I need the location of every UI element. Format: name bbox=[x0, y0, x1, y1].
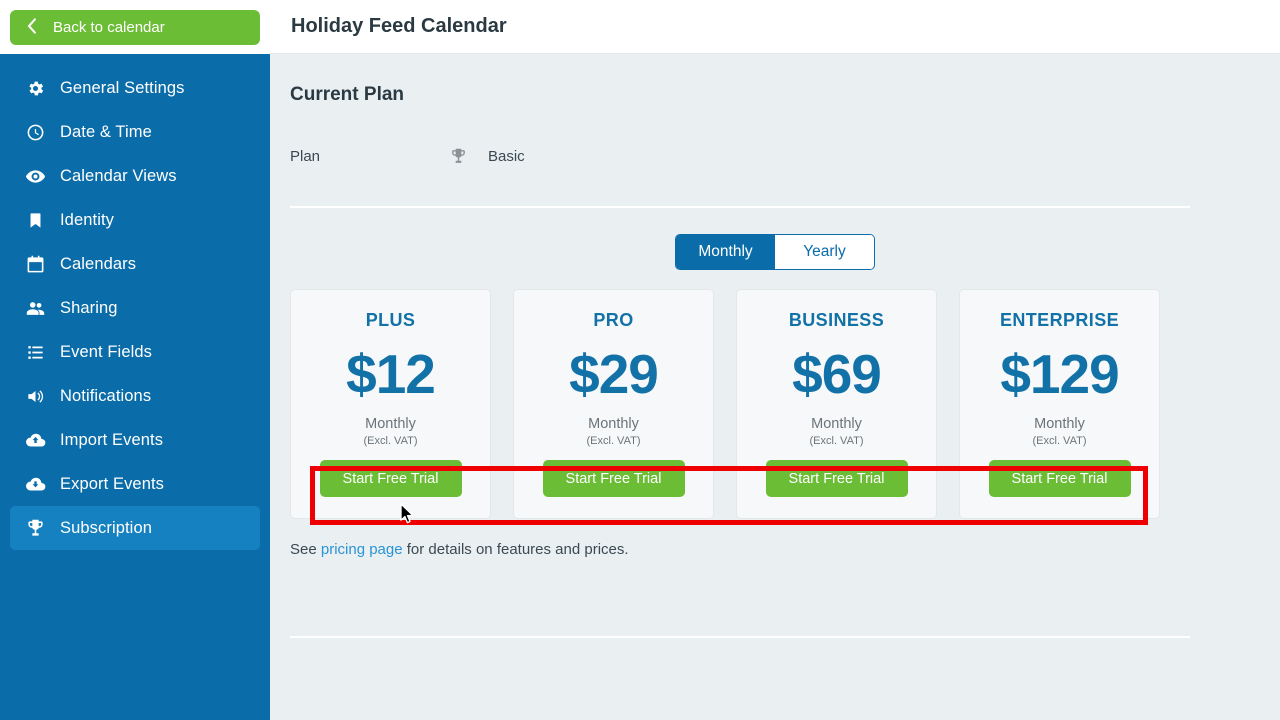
sidebar-item-label: Calendars bbox=[60, 254, 137, 273]
plan-price: $69 bbox=[792, 343, 882, 405]
sidebar-item-sharing[interactable]: Sharing bbox=[10, 286, 260, 330]
sidebar-item-label: Export Events bbox=[60, 474, 165, 493]
plan-price: $12 bbox=[346, 343, 436, 405]
sidebar: Back to calendar General Settings Date &… bbox=[0, 0, 270, 720]
sidebar-item-identity[interactable]: Identity bbox=[10, 198, 260, 242]
footnote-prefix: See bbox=[290, 541, 321, 558]
current-plan-row: Plan Basic bbox=[290, 144, 1260, 168]
plan-name: PLUS bbox=[365, 310, 416, 330]
sidebar-item-label: Notifications bbox=[60, 386, 152, 405]
main-panel: Holiday Feed Calendar Current Plan Plan … bbox=[270, 0, 1280, 720]
start-free-trial-button[interactable]: Start Free Trial bbox=[542, 460, 685, 497]
sidebar-item-label: Import Events bbox=[60, 430, 164, 449]
sidebar-item-import-events[interactable]: Import Events bbox=[10, 418, 260, 462]
sidebar-item-label: Identity bbox=[60, 210, 114, 229]
bookmark-icon bbox=[18, 211, 52, 230]
sidebar-item-notifications[interactable]: Notifications bbox=[10, 374, 260, 418]
billing-toggle[interactable]: Monthly Yearly bbox=[675, 234, 875, 270]
sidebar-item-label: Sharing bbox=[60, 298, 118, 317]
chevron-left-icon bbox=[18, 18, 46, 37]
pricing-card-pro: PRO $29 Monthly (Excl. VAT) Start Free T… bbox=[513, 289, 714, 519]
plan-vat-note: (Excl. VAT) bbox=[586, 435, 641, 447]
plan-name: BUSINESS bbox=[788, 310, 885, 330]
back-to-calendar-button[interactable]: Back to calendar bbox=[10, 10, 260, 45]
start-free-trial-button[interactable]: Start Free Trial bbox=[765, 460, 908, 497]
plan-period: Monthly bbox=[588, 416, 639, 432]
sidebar-item-general-settings[interactable]: General Settings bbox=[10, 66, 260, 110]
plan-vat-note: (Excl. VAT) bbox=[363, 435, 418, 447]
plan-name: ENTERPRISE bbox=[999, 310, 1120, 330]
divider-bottom bbox=[290, 636, 1190, 638]
gear-icon bbox=[18, 79, 52, 98]
speaker-icon bbox=[18, 387, 52, 406]
cloud-upload-icon bbox=[18, 432, 52, 449]
eye-icon bbox=[18, 166, 52, 187]
plan-period: Monthly bbox=[1034, 416, 1085, 432]
pricing-footnote: See pricing page for details on features… bbox=[290, 541, 1260, 558]
sidebar-item-export-events[interactable]: Export Events bbox=[10, 462, 260, 506]
content-area: Current Plan Plan Basic Monthly Yearly P… bbox=[270, 54, 1280, 720]
sidebar-item-calendar-views[interactable]: Calendar Views bbox=[10, 154, 260, 198]
footnote-suffix: for details on features and prices. bbox=[402, 541, 629, 558]
users-icon bbox=[18, 299, 52, 318]
sidebar-item-label: Date & Time bbox=[60, 122, 152, 141]
trophy-icon bbox=[450, 148, 474, 165]
pricing-cards: PLUS $12 Monthly (Excl. VAT) Start Free … bbox=[290, 289, 1260, 519]
pricing-card-enterprise: ENTERPRISE $129 Monthly (Excl. VAT) Star… bbox=[959, 289, 1160, 519]
plan-period: Monthly bbox=[811, 416, 862, 432]
trophy-icon bbox=[18, 519, 52, 538]
sidebar-item-subscription[interactable]: Subscription bbox=[10, 506, 260, 550]
back-bar: Back to calendar bbox=[0, 0, 270, 54]
plan-name: PRO bbox=[593, 310, 634, 330]
plan-label: Plan bbox=[290, 147, 321, 165]
billing-toggle-wrap: Monthly Yearly bbox=[290, 234, 1260, 270]
topbar: Holiday Feed Calendar bbox=[270, 0, 1280, 54]
plan-vat-note: (Excl. VAT) bbox=[809, 435, 864, 447]
sidebar-item-label: Subscription bbox=[60, 518, 152, 537]
sidebar-item-label: Calendar Views bbox=[60, 166, 177, 185]
sidebar-item-event-fields[interactable]: Event Fields bbox=[10, 330, 260, 374]
sidebar-item-date-time[interactable]: Date & Time bbox=[10, 110, 260, 154]
app-root: Back to calendar General Settings Date &… bbox=[0, 0, 1280, 720]
plan-price: $129 bbox=[1000, 343, 1119, 405]
clock-icon bbox=[18, 123, 52, 142]
sidebar-item-label: Event Fields bbox=[60, 342, 152, 361]
sidebar-item-calendars[interactable]: Calendars bbox=[10, 242, 260, 286]
plan-value: Basic bbox=[488, 147, 525, 165]
plan-period: Monthly bbox=[365, 416, 416, 432]
sidebar-nav: General Settings Date & Time Calendar Vi… bbox=[0, 54, 270, 550]
sidebar-item-label: General Settings bbox=[60, 78, 185, 97]
start-free-trial-button[interactable]: Start Free Trial bbox=[988, 460, 1131, 497]
pricing-card-plus: PLUS $12 Monthly (Excl. VAT) Start Free … bbox=[290, 289, 491, 519]
pricing-page-link[interactable]: pricing page bbox=[321, 541, 403, 558]
start-free-trial-button[interactable]: Start Free Trial bbox=[319, 460, 462, 497]
section-title-current-plan: Current Plan bbox=[290, 84, 405, 105]
cloud-download-icon bbox=[18, 476, 52, 493]
back-to-calendar-label: Back to calendar bbox=[53, 19, 165, 36]
list-icon bbox=[18, 343, 52, 362]
toggle-yearly[interactable]: Yearly bbox=[775, 235, 874, 269]
plan-vat-note: (Excl. VAT) bbox=[1032, 435, 1087, 447]
toggle-monthly[interactable]: Monthly bbox=[676, 235, 775, 269]
pricing-card-business: BUSINESS $69 Monthly (Excl. VAT) Start F… bbox=[736, 289, 937, 519]
calendar-icon bbox=[18, 255, 52, 274]
divider-top bbox=[290, 206, 1190, 208]
plan-price: $29 bbox=[569, 343, 659, 405]
page-title: Holiday Feed Calendar bbox=[291, 15, 507, 37]
